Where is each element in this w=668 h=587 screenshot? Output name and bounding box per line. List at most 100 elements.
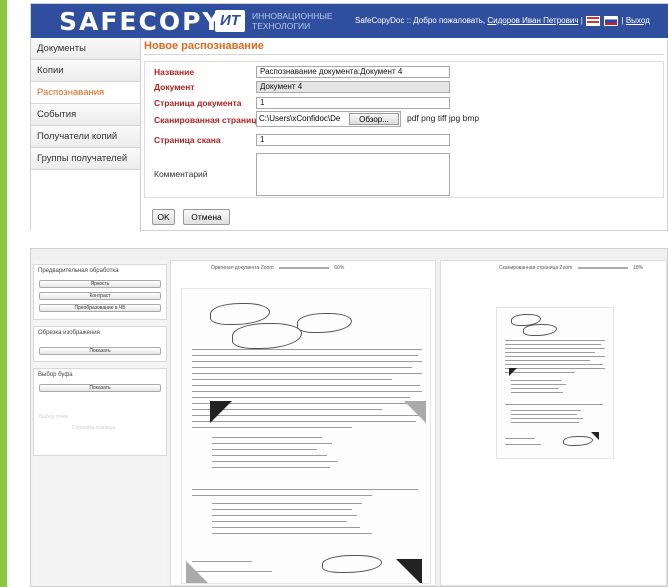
- original-document-pane: Оригинал документа Zoom 60%: [170, 260, 436, 586]
- logo[interactable]: SAFECOPY: [59, 7, 223, 36]
- header-user-area: SafeCopyDoc :: Добро пожаловать, Сидоров…: [355, 16, 650, 26]
- divider: |: [580, 16, 583, 26]
- sidebar-item-recipients[interactable]: Получатели копий: [31, 126, 140, 148]
- text-line: [192, 495, 372, 497]
- scan-page-input[interactable]: 1: [256, 134, 450, 146]
- text-line: [505, 364, 603, 366]
- scan-page-label: Страница скана: [154, 135, 221, 145]
- text-line: [505, 444, 541, 446]
- browse-button[interactable]: Обзор...: [349, 113, 399, 125]
- sidebar-item-documents[interactable]: Документы: [31, 38, 140, 60]
- text-line: [192, 391, 422, 393]
- cancel-button[interactable]: Отмена: [183, 209, 230, 225]
- scanned-page-image: [496, 307, 614, 459]
- russian-flag-icon[interactable]: [604, 16, 619, 26]
- registration-mark-bottom-right: [591, 432, 599, 440]
- company-name: ИННОВАЦИОННЫЕ ТЕХНОЛОГИИ: [252, 11, 333, 31]
- original-page-image: [181, 288, 431, 584]
- text-line: [212, 533, 372, 535]
- text-line: [212, 467, 330, 469]
- text-line: [192, 367, 412, 369]
- signature-mark: [232, 323, 302, 349]
- doc-page-label: Страница документа: [154, 98, 242, 108]
- text-line: [212, 461, 337, 463]
- recognition-app-window: SAFECOPY ИТ ИННОВАЦИОННЫЕ ТЕХНОЛОГИИ Saf…: [30, 3, 668, 232]
- app-header: SAFECOPY ИТ ИННОВАЦИОННЫЕ ТЕХНОЛОГИИ Saf…: [31, 4, 668, 38]
- sidebar: Документы Копии Распознавания События По…: [31, 38, 141, 232]
- sidebar-item-recognitions[interactable]: Распознавания: [31, 82, 140, 104]
- bw-convert-button[interactable]: Преобразование в ЧБ: [39, 304, 161, 312]
- registration-mark-top-left: [509, 368, 517, 376]
- bottom-signature-mark: [563, 436, 593, 446]
- recognition-form: Название Распознавание документа:Докумен…: [144, 61, 664, 198]
- logout-link[interactable]: Выход: [626, 16, 650, 25]
- name-input[interactable]: Распознавание документа:Документ 4: [256, 66, 450, 78]
- bottom-signature-mark: [322, 555, 382, 573]
- text-line: [505, 360, 590, 362]
- document-field: Документ 4: [256, 81, 450, 93]
- text-line: [192, 379, 392, 381]
- text-line: [192, 361, 422, 363]
- green-accent-bar: [0, 0, 7, 587]
- text-line: [511, 422, 579, 424]
- signature-mark: [297, 313, 352, 333]
- registration-mark-bottom-left: [186, 561, 208, 583]
- sidebar-item-copies[interactable]: Копии: [31, 60, 140, 82]
- contrast-button[interactable]: Контраст: [39, 292, 161, 300]
- buffer-title: Выбор буфа: [38, 372, 73, 378]
- comment-textarea[interactable]: [256, 153, 450, 196]
- original-zoom-value: 60%: [334, 265, 345, 271]
- text-line: [511, 384, 566, 386]
- text-line: [212, 509, 352, 511]
- welcome-text: Добро пожаловать,: [413, 16, 486, 26]
- document-label: Документ: [154, 82, 195, 92]
- doc-page-input[interactable]: 1: [256, 97, 450, 109]
- original-zoom-label: Zoom: [260, 265, 274, 271]
- page-title: Новое распознавание: [144, 40, 664, 55]
- text-line: [192, 385, 420, 387]
- text-line: [212, 437, 322, 439]
- text-line: [511, 388, 559, 390]
- scanned-label: Сканированная страница: [499, 265, 559, 271]
- text-line: [212, 527, 360, 529]
- company-line-1: ИННОВАЦИОННЫЕ: [252, 11, 333, 21]
- select-points-text: Выбор точек: [39, 414, 69, 420]
- comparison-viewer-window: Предварительная обработка Яркость Контра…: [30, 248, 668, 587]
- text-line: [505, 404, 603, 406]
- text-line: [505, 368, 605, 370]
- text-line: [505, 340, 605, 342]
- buffer-show-button[interactable]: Показать: [39, 384, 161, 392]
- english-flag-icon[interactable]: [586, 16, 601, 26]
- header-separator: ::: [406, 16, 412, 26]
- text-line: [212, 515, 357, 517]
- comment-label: Комментарий: [154, 169, 208, 179]
- sidebar-item-recipient-groups[interactable]: Группы получателей: [31, 148, 140, 170]
- sidebar-item-events[interactable]: События: [31, 104, 140, 126]
- text-line: [212, 455, 327, 457]
- company-logo-icon: ИТ: [215, 10, 245, 32]
- text-line: [192, 427, 352, 429]
- original-zoom-slider[interactable]: [278, 266, 329, 269]
- scanned-zoom-value: 18%: [633, 265, 644, 271]
- original-zoom-bar: Оригинал документа Zoom 60%: [211, 265, 344, 271]
- registration-mark-top-right: [404, 401, 426, 423]
- scan-file-input[interactable]: C:\Users\xConfidoc\De Обзор...: [256, 111, 401, 127]
- crop-show-button[interactable]: Показать: [39, 347, 161, 355]
- ok-button[interactable]: OK: [152, 209, 175, 225]
- text-line: [505, 344, 601, 346]
- main-content: Новое распознавание Название Распознаван…: [144, 40, 666, 225]
- tools-panel: Предварительная обработка Яркость Контра…: [33, 260, 167, 586]
- scanned-zoom-label: Zoom: [559, 265, 573, 271]
- text-line: [192, 349, 422, 351]
- scanned-zoom-bar: Сканированная страница Zoom 18%: [499, 265, 643, 271]
- user-link[interactable]: Сидоров Иван Петрович: [487, 16, 578, 25]
- text-line: [511, 392, 563, 394]
- crop-title: Обрезка изображения: [38, 330, 100, 336]
- divider: |: [621, 16, 624, 26]
- text-line: [192, 397, 410, 399]
- text-line: [511, 380, 561, 382]
- text-line: [505, 348, 605, 350]
- signature-mark: [210, 303, 270, 325]
- brightness-button[interactable]: Яркость: [39, 280, 161, 288]
- scanned-zoom-slider[interactable]: [577, 266, 628, 269]
